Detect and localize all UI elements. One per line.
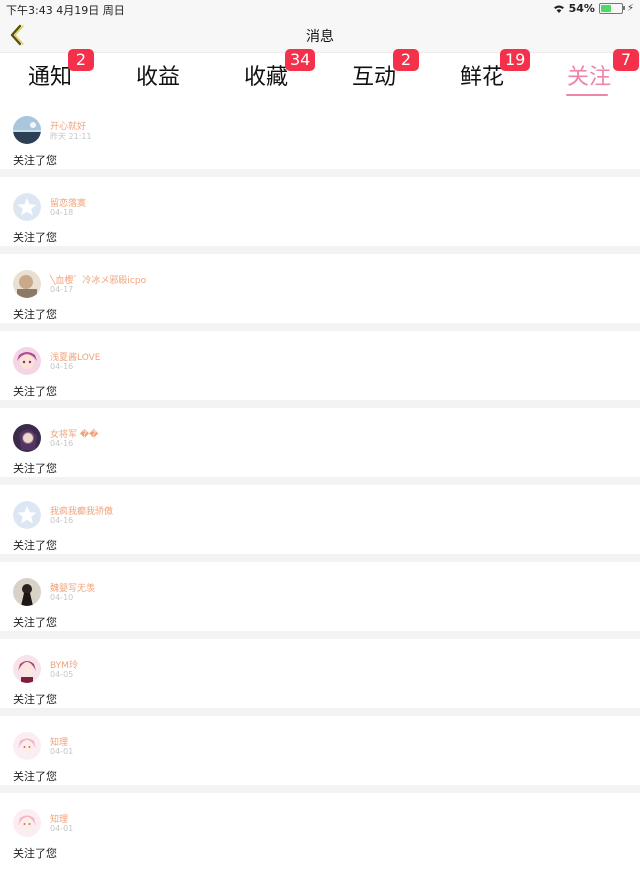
list-item[interactable]: ╲血櫻゛冷冰メ邪殿icpo 04-17 关注了您 — [0, 254, 640, 331]
avatar[interactable] — [13, 116, 41, 144]
list-item[interactable]: 留恋落寞 04-18 关注了您 — [0, 177, 640, 254]
avatar[interactable] — [13, 424, 41, 452]
message-text: 关注了您 — [13, 616, 57, 629]
timestamp: 04-17 — [50, 285, 74, 294]
timestamp: 04-05 — [50, 670, 74, 679]
avatar[interactable] — [13, 193, 41, 221]
avatar[interactable] — [13, 809, 41, 837]
message-text: 关注了您 — [13, 847, 57, 860]
follow-list: 开心就好 昨天 21:11 关注了您 留恋落寞 04-18 关注了您 ╲血櫻゛冷… — [0, 100, 640, 870]
tab-interaction[interactable]: 互动 2 — [320, 49, 428, 91]
timestamp: 04-16 — [50, 439, 74, 448]
divider — [0, 246, 640, 254]
tab-follow[interactable]: 关注 7 — [535, 49, 640, 91]
list-item[interactable]: 知理 04-01 关注了您 — [0, 793, 640, 870]
avatar[interactable] — [13, 732, 41, 760]
tab-notice[interactable]: 通知 2 — [0, 49, 104, 91]
avatar[interactable] — [13, 655, 41, 683]
tab-label: 鲜花 — [459, 65, 504, 90]
message-text: 关注了您 — [13, 770, 57, 783]
list-item[interactable]: 浅夏酱LOVE 04-16 关注了您 — [0, 331, 640, 408]
list-item[interactable]: BYM玲 04-05 关注了您 — [0, 639, 640, 716]
divider — [0, 631, 640, 639]
avatar[interactable] — [13, 347, 41, 375]
tab-badge: 19 — [500, 49, 531, 71]
tab-favorites[interactable]: 收藏 34 — [212, 49, 320, 91]
message-text: 关注了您 — [13, 539, 57, 552]
timestamp: 04-16 — [50, 516, 74, 525]
charging-icon: ⚡ — [626, 3, 634, 14]
divider — [0, 708, 640, 716]
status-time: 下午3:43 — [6, 4, 53, 17]
timestamp: 04-01 — [50, 824, 74, 833]
message-tabs: 通知 2 收益 收藏 34 互动 2 鲜花 19 关注 7 — [0, 49, 640, 100]
list-item[interactable]: 开心就好 昨天 21:11 关注了您 — [0, 100, 640, 177]
tab-badge: 7 — [613, 49, 639, 71]
message-text: 关注了您 — [13, 462, 57, 475]
avatar[interactable] — [13, 578, 41, 606]
message-text: 关注了您 — [13, 154, 57, 167]
status-bar: 下午3:43 4月19日 周日 54% ⚡ — [0, 0, 640, 18]
divider — [0, 785, 640, 793]
message-text: 关注了您 — [13, 231, 57, 244]
message-text: 关注了您 — [13, 308, 57, 321]
avatar[interactable] — [13, 501, 41, 529]
divider — [0, 323, 640, 331]
battery-percent: 54% — [568, 2, 595, 15]
active-tab-indicator — [566, 94, 608, 96]
tab-label: 关注 — [566, 65, 611, 90]
message-text: 关注了您 — [13, 385, 57, 398]
list-item[interactable]: 魏婴写无羡 04-10 关注了您 — [0, 562, 640, 639]
tab-flowers[interactable]: 鲜花 19 — [428, 49, 536, 91]
tab-badge: 34 — [285, 49, 316, 71]
tab-earnings[interactable]: 收益 — [104, 59, 212, 91]
timestamp: 04-16 — [50, 362, 74, 371]
divider — [0, 477, 640, 485]
nav-bar: 消息 — [0, 18, 640, 53]
message-text: 关注了您 — [13, 693, 57, 706]
wifi-icon — [553, 4, 565, 14]
divider — [0, 400, 640, 408]
tab-label: 互动 — [351, 65, 396, 90]
tab-badge: 2 — [393, 49, 419, 71]
battery-icon — [598, 3, 625, 14]
timestamp: 04-18 — [50, 208, 74, 217]
tab-label: 收益 — [135, 65, 180, 90]
list-item[interactable]: 女将军 �� 04-16 关注了您 — [0, 408, 640, 485]
page-title: 消息 — [306, 29, 334, 45]
timestamp: 04-01 — [50, 747, 74, 756]
list-item[interactable]: 我疯我癫我骄傲 04-16 关注了您 — [0, 485, 640, 562]
divider — [0, 169, 640, 177]
status-date: 4月19日 周日 — [56, 4, 125, 17]
avatar[interactable] — [13, 270, 41, 298]
status-time-date: 下午3:43 4月19日 周日 — [6, 2, 125, 18]
tab-label: 通知 — [27, 65, 72, 90]
divider — [0, 554, 640, 562]
tab-label: 收藏 — [243, 65, 288, 90]
timestamp: 04-10 — [50, 593, 74, 602]
tab-badge: 2 — [68, 49, 94, 71]
timestamp: 昨天 21:11 — [50, 132, 92, 141]
list-item[interactable]: 知理 04-01 关注了您 — [0, 716, 640, 793]
